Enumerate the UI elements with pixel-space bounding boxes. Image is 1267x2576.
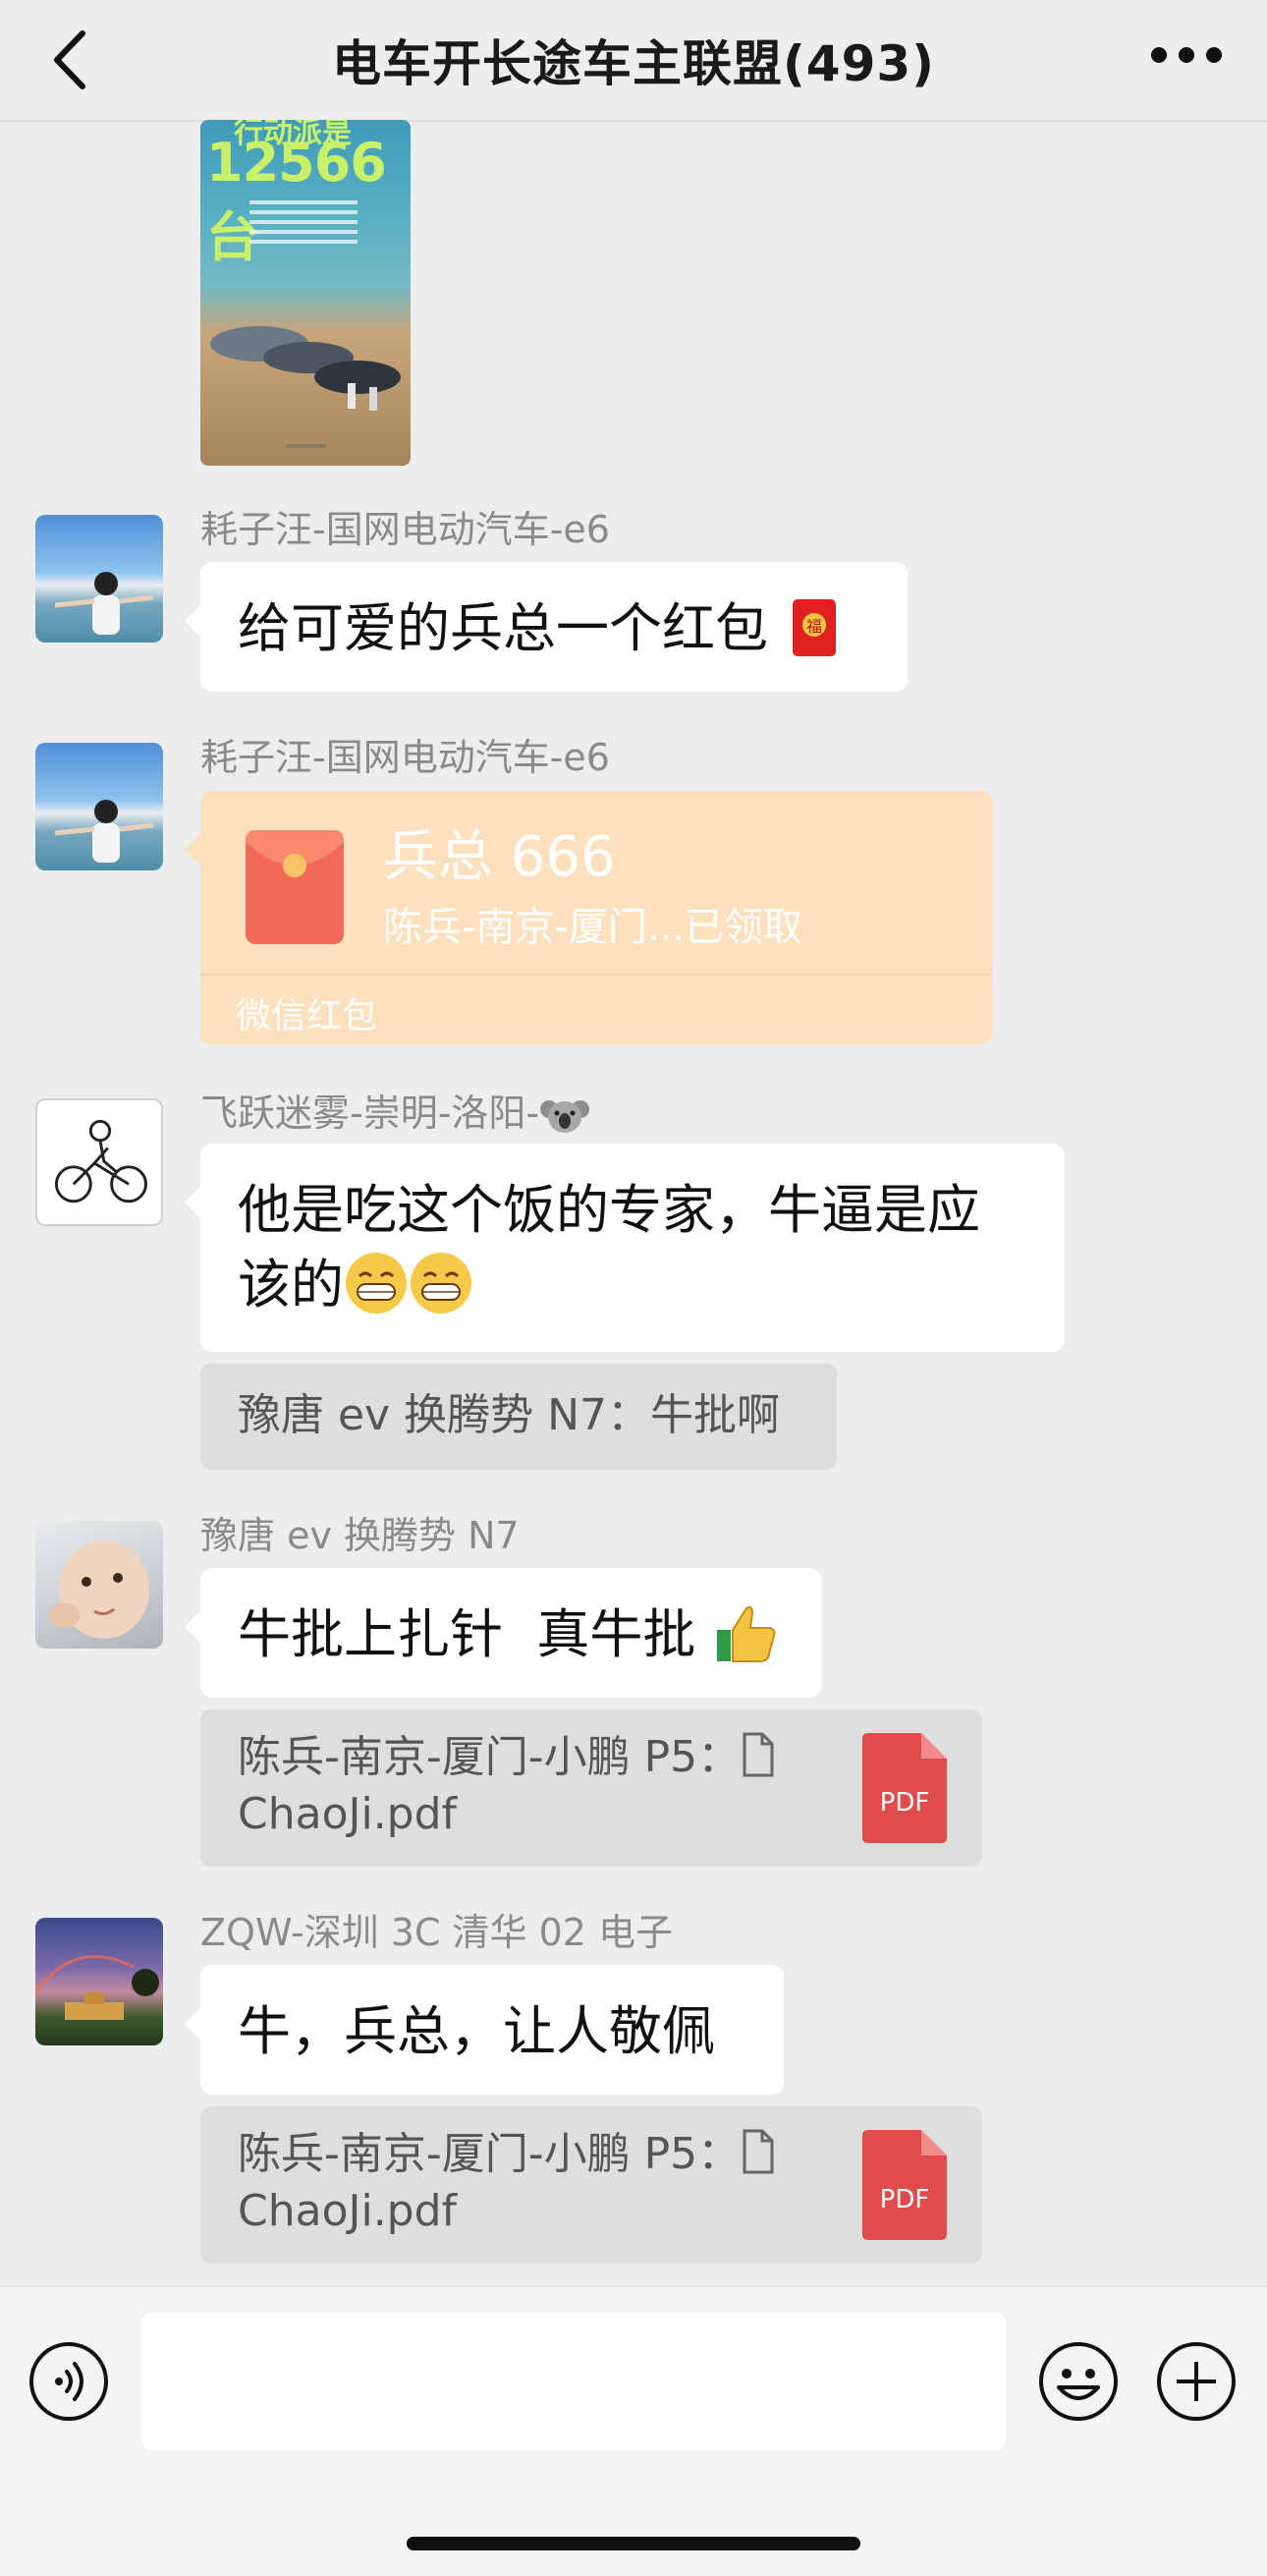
document-icon [743, 1732, 774, 1777]
message-input[interactable] [141, 2313, 1006, 2450]
voice-input-icon[interactable] [28, 2340, 110, 2423]
red-packet-status: 陈兵-南京-厦门...已领取 [383, 905, 803, 950]
file-name: 陈兵-南京-厦门-小鹏 P5： ChaoJi.pdf [238, 2126, 788, 2240]
person-photo [54, 800, 154, 863]
pdf-badge: PDF [879, 1788, 930, 1818]
emoji-picker-icon[interactable] [1037, 2340, 1120, 2423]
thumbs-up-emoji-icon [716, 1606, 776, 1663]
image-message[interactable]: 行动派是 12566台 [200, 120, 411, 466]
avatar-zqw[interactable] [35, 1918, 163, 2045]
file-message[interactable]: 陈兵-南京-厦门-小鹏 P5： ChaoJi.pdf PDF [200, 2106, 982, 2264]
divider [200, 974, 992, 976]
file-message[interactable]: 陈兵-南京-厦门-小鹏 P5： ChaoJi.pdf PDF [200, 1709, 982, 1867]
cyclist-drawing [54, 1119, 147, 1204]
home-indicator[interactable] [407, 2537, 860, 2550]
sender-name: 耗子汪-国网电动汽车-e6 [200, 508, 610, 551]
chat-title: 电车开长途车主联盟(493) [331, 35, 936, 92]
poster-cars-image [210, 326, 401, 448]
baby-photo [49, 1540, 149, 1639]
red-envelope-emoji-icon: 福 [793, 599, 837, 657]
message-text-line2: 该的 [238, 1248, 1027, 1322]
message-bubble[interactable]: 他是吃这个饭的专家，牛逼是应 该的 [185, 1144, 1065, 1352]
message-text-line1: 他是吃这个饭的专家，牛逼是应 [238, 1179, 980, 1241]
message-text: 牛，兵总，让人敬佩 [238, 2000, 715, 2062]
sender-name: 耗子汪-国网电动汽车-e6 [200, 736, 610, 779]
pdf-badge: PDF [879, 2185, 930, 2214]
avatar-yutang[interactable] [35, 1521, 163, 1649]
avatar-feiyue[interactable] [35, 1098, 163, 1226]
message-text: 给可爱的兵总一个红包 [238, 597, 768, 659]
red-packet-title: 兵总 666 [383, 825, 616, 889]
koala-emoji-icon [540, 1099, 590, 1133]
back-icon[interactable] [43, 26, 102, 94]
sender-name: ZQW-深圳 3C 清华 02 电子 [200, 1911, 674, 1954]
input-bar [0, 2285, 1267, 2576]
message-bubble[interactable]: 牛，兵总，让人敬佩 [185, 1965, 784, 2095]
message-bubble[interactable]: 牛批上扎针 真牛批 [185, 1568, 821, 1698]
grin-emoji-icon [411, 1253, 471, 1315]
avatar-haoziwang[interactable] [35, 515, 163, 643]
landscape-photo [35, 1955, 159, 2020]
red-packet-icon [246, 830, 344, 944]
grin-emoji-icon [346, 1253, 407, 1315]
message-text: 牛批上扎针 真牛批 [238, 1603, 696, 1665]
more-functions-plus-icon[interactable] [1155, 2340, 1238, 2423]
sender-name: 豫唐 ev 换腾势 N7 [200, 1514, 520, 1557]
file-name: 陈兵-南京-厦门-小鹏 P5： ChaoJi.pdf [238, 1729, 788, 1843]
chat-header: 电车开长途车主联盟(493) [0, 0, 1267, 122]
red-packet-card[interactable]: 兵总 666 陈兵-南京-厦门...已领取 微信红包 [185, 791, 992, 1044]
chat-area[interactable]: 行动派是 12566台 耗子汪-国网电动汽车-e6 给可爱的兵总一个红包 福 耗… [0, 120, 1267, 2285]
quoted-message[interactable]: 豫唐 ev 换腾势 N7：牛批啊 [200, 1364, 837, 1470]
document-icon [743, 2129, 774, 2174]
person-photo [54, 572, 154, 635]
message-bubble[interactable]: 给可爱的兵总一个红包 福 [185, 562, 908, 692]
more-options-icon[interactable] [1149, 43, 1224, 67]
sender-name: 飞跃迷雾-崇明-洛阳- [200, 1083, 590, 1139]
red-packet-label: 微信红包 [236, 996, 378, 1036]
avatar-haoziwang[interactable] [35, 743, 163, 870]
svg-text:福: 福 [806, 617, 822, 636]
